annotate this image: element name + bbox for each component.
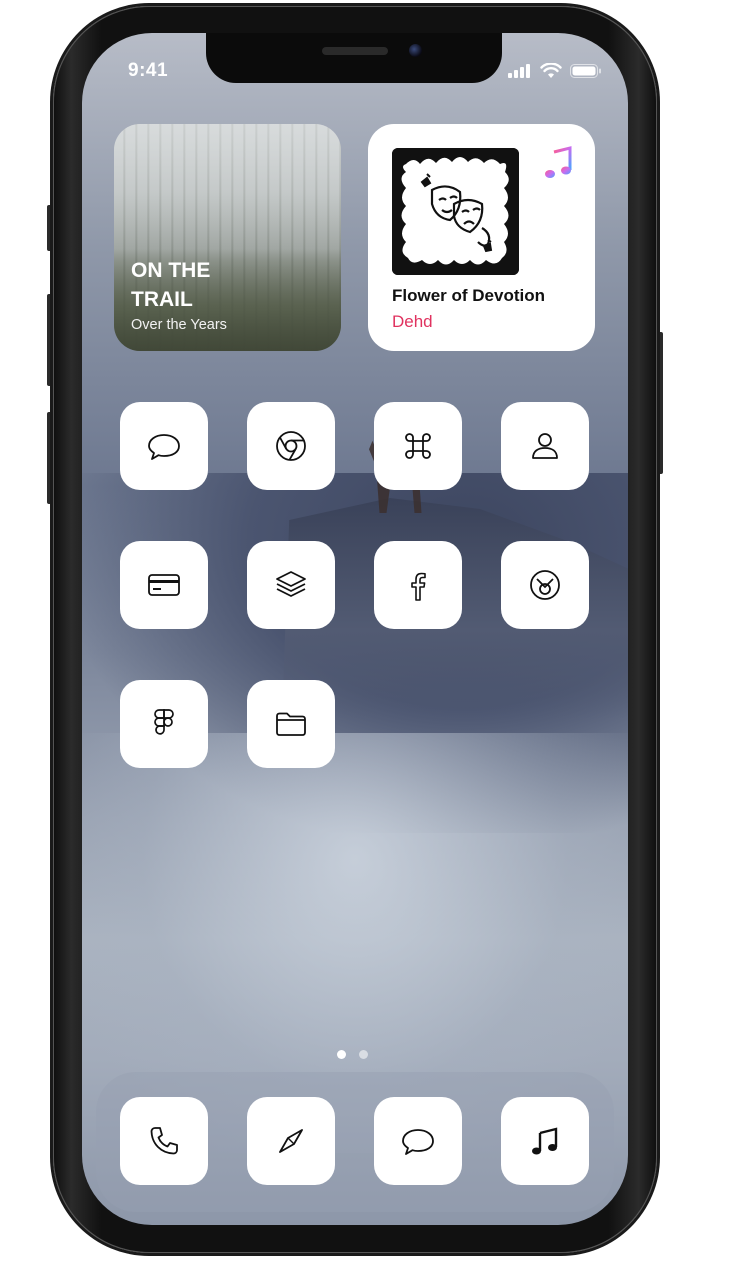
battery-icon — [570, 64, 601, 78]
photo-widget-subtitle: Over the Years — [131, 317, 227, 333]
circle-check-icon — [530, 570, 560, 600]
page-dot-active[interactable] — [337, 1050, 346, 1059]
song-title: Flower of Devotion — [392, 286, 545, 305]
facebook-icon — [411, 572, 426, 601]
figma-icon — [154, 709, 174, 735]
song-artist: Dehd — [392, 312, 433, 331]
message-bubble-icon — [148, 434, 180, 460]
command-icon — [405, 433, 431, 459]
front-camera — [409, 44, 422, 57]
music-widget[interactable]: Flower of Devotion Dehd — [368, 124, 595, 351]
cellular-signal-icon — [508, 64, 530, 78]
chrome-icon — [276, 431, 306, 461]
dock-app-phone[interactable] — [120, 1097, 208, 1185]
app-facebook[interactable] — [374, 541, 462, 629]
photo-widget[interactable]: ON THE TRAIL Over the Years — [114, 124, 341, 351]
app-files[interactable] — [247, 680, 335, 768]
theater-masks-icon — [392, 148, 519, 275]
folder-icon — [276, 712, 306, 736]
wifi-icon — [540, 63, 562, 78]
app-layers[interactable] — [247, 541, 335, 629]
app-figma[interactable] — [120, 680, 208, 768]
apple-music-icon — [545, 146, 572, 178]
dock-app-safari[interactable] — [247, 1097, 335, 1185]
album-art — [392, 148, 519, 275]
dock-app-messages[interactable] — [374, 1097, 462, 1185]
contact-person-icon — [532, 433, 558, 459]
wallet-card-icon — [148, 574, 180, 596]
message-bubble-icon — [402, 1129, 434, 1155]
page: 9:41 ON THE TRAIL Over the Years Flower … — [0, 0, 730, 1271]
page-dot[interactable] — [359, 1050, 368, 1059]
photo-widget-title: ON THE TRAIL — [131, 259, 211, 311]
notch — [206, 33, 502, 83]
earpiece-speaker — [322, 47, 388, 55]
app-circle[interactable] — [501, 541, 589, 629]
phone-icon — [150, 1127, 178, 1155]
compass-icon — [279, 1129, 303, 1153]
page-indicator[interactable] — [337, 1050, 377, 1060]
layers-stack-icon — [276, 571, 306, 597]
app-messages[interactable] — [120, 402, 208, 490]
music-note-icon — [532, 1127, 558, 1155]
app-chrome[interactable] — [247, 402, 335, 490]
dock-app-music[interactable] — [501, 1097, 589, 1185]
status-time: 9:41 — [128, 60, 169, 81]
status-icons — [508, 63, 608, 79]
app-contacts[interactable] — [501, 402, 589, 490]
app-wallet[interactable] — [120, 541, 208, 629]
app-shortcuts[interactable] — [374, 402, 462, 490]
power-button — [656, 332, 663, 474]
